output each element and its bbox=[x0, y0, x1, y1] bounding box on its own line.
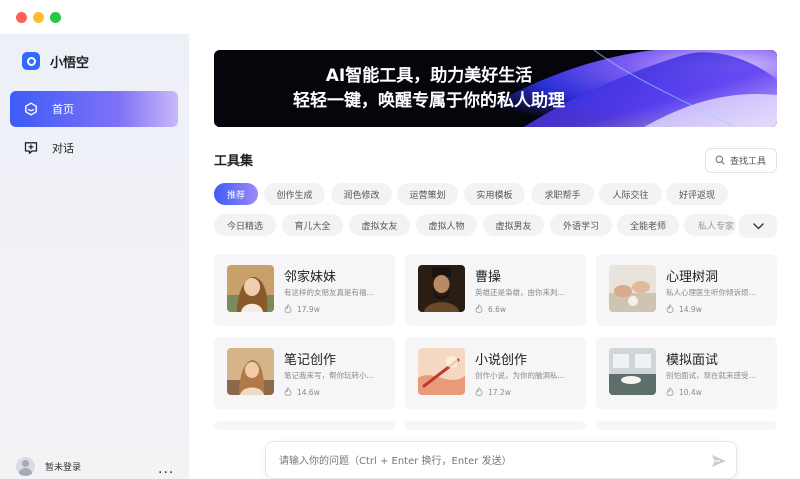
chat-add-icon bbox=[24, 141, 38, 155]
card-title: 模拟面试 bbox=[666, 353, 719, 368]
tool-card[interactable]: 心理树洞 私人心理医生听你倾诉烦... 14.9w bbox=[596, 254, 777, 326]
chat-input-bar bbox=[265, 441, 737, 479]
expand-categories-button[interactable] bbox=[739, 214, 777, 238]
card-title: 曹操 bbox=[475, 270, 502, 285]
card-usage-count: 14.6w bbox=[297, 388, 320, 397]
card-description: 笔记我来写，帮你玩转小... bbox=[284, 371, 374, 380]
chip-category[interactable]: 运营策划 bbox=[397, 183, 458, 205]
tool-card[interactable]: 邻家妹妹 有这样的女朋友真是有福... 17.9w bbox=[214, 254, 395, 326]
chip-category[interactable]: 育儿大全 bbox=[282, 214, 343, 236]
card-usage-count: 10.4w bbox=[679, 388, 702, 397]
chip-category[interactable]: 人际交往 bbox=[599, 183, 662, 205]
card-title: 心理树洞 bbox=[666, 270, 719, 285]
tool-card[interactable] bbox=[405, 421, 586, 430]
question-input[interactable] bbox=[279, 452, 699, 470]
tool-card[interactable]: 模拟面试 别怕面试，现在就来感受... 10.4w bbox=[596, 337, 777, 409]
card-description: 别怕面试，现在就来感受... bbox=[666, 371, 756, 380]
login-area[interactable]: 暂未登录 bbox=[16, 457, 81, 476]
card-description: 有这样的女朋友真是有福... bbox=[284, 288, 374, 297]
chip-category[interactable]: 求职帮手 bbox=[531, 183, 594, 205]
tool-search-input[interactable]: 查找工具 bbox=[705, 148, 777, 173]
app-logo-icon bbox=[22, 52, 40, 70]
search-icon bbox=[715, 154, 725, 168]
chip-recommended[interactable]: 推荐 bbox=[214, 183, 258, 205]
sidebar-item-chat[interactable]: 对话 bbox=[10, 130, 178, 166]
chip-category[interactable]: 外语学习 bbox=[550, 214, 612, 236]
login-status: 暂未登录 bbox=[45, 463, 82, 473]
chip-category[interactable]: 虚拟女友 bbox=[349, 214, 410, 236]
window-titlebar bbox=[0, 0, 800, 34]
sidebar-item-label: 首页 bbox=[52, 103, 74, 116]
chip-category[interactable]: 今日精选 bbox=[214, 214, 276, 236]
card-thumbnail bbox=[227, 265, 274, 312]
minimize-window-button[interactable] bbox=[33, 12, 44, 23]
card-title: 小说创作 bbox=[475, 353, 528, 368]
tool-card[interactable]: 笔记创作 笔记我来写，帮你玩转小... 14.6w bbox=[214, 337, 395, 409]
tool-card[interactable]: 小说创作 创作小说，为你的脑洞私... 17.2w bbox=[405, 337, 586, 409]
card-thumbnail bbox=[418, 265, 465, 312]
chip-category[interactable]: 私人专家 bbox=[684, 214, 736, 236]
card-title: 邻家妹妹 bbox=[284, 270, 337, 285]
card-thumbnail bbox=[609, 348, 656, 395]
tool-card[interactable] bbox=[596, 421, 777, 430]
card-thumbnail bbox=[227, 348, 274, 395]
fire-icon bbox=[284, 303, 292, 315]
chip-category[interactable]: 虚拟男友 bbox=[483, 214, 544, 236]
banner-headline: AI智能工具，助力美好生活 bbox=[325, 65, 533, 86]
chip-category[interactable]: 全能老师 bbox=[617, 214, 679, 236]
hexagon-home-icon bbox=[24, 102, 38, 116]
sidebar-item-home[interactable]: 首页 bbox=[10, 91, 178, 127]
maximize-window-button[interactable] bbox=[50, 12, 61, 23]
card-description: 私人心理医生听你倾诉烦... bbox=[666, 288, 756, 297]
sidebar: 小悟空 首页 对话 暂未登录 ... bbox=[0, 34, 189, 479]
chip-category[interactable]: 好评返现 bbox=[666, 183, 728, 205]
tool-card[interactable]: 曹操 英雄还是枭雄，由你来判... 6.6w bbox=[405, 254, 586, 326]
section-title: 工具集 bbox=[214, 154, 254, 169]
chip-category[interactable]: 创作生成 bbox=[264, 183, 325, 205]
send-icon[interactable] bbox=[710, 452, 728, 470]
close-window-button[interactable] bbox=[16, 12, 27, 23]
card-usage-count: 17.9w bbox=[297, 305, 320, 314]
card-usage-count: 6.6w bbox=[488, 305, 507, 314]
card-thumbnail bbox=[609, 265, 656, 312]
banner-subheadline: 轻轻一键，唤醒专属于你的私人助理 bbox=[293, 90, 565, 111]
fire-icon bbox=[666, 303, 674, 315]
card-thumbnail bbox=[418, 348, 465, 395]
sidebar-item-label: 对话 bbox=[52, 142, 74, 155]
tool-card[interactable] bbox=[214, 421, 395, 430]
search-label: 查找工具 bbox=[730, 157, 767, 167]
promo-banner[interactable]: AI智能工具，助力美好生活 轻轻一键，唤醒专属于你的私人助理 bbox=[214, 50, 777, 127]
fire-icon bbox=[666, 386, 674, 398]
chip-category[interactable]: 实用模板 bbox=[464, 183, 525, 205]
fire-icon bbox=[475, 386, 483, 398]
card-description: 英雄还是枭雄，由你来判... bbox=[475, 288, 565, 297]
chip-category[interactable]: 润色修改 bbox=[331, 183, 392, 205]
card-usage-count: 17.2w bbox=[488, 388, 511, 397]
brand: 小悟空 bbox=[22, 51, 89, 71]
fire-icon bbox=[475, 303, 483, 315]
card-title: 笔记创作 bbox=[284, 353, 337, 368]
more-options-button[interactable]: ... bbox=[158, 461, 174, 477]
chevron-down-icon bbox=[752, 219, 764, 233]
fire-icon bbox=[284, 386, 292, 398]
card-usage-count: 14.9w bbox=[679, 305, 702, 314]
chip-category[interactable]: 虚拟人物 bbox=[416, 214, 477, 236]
avatar bbox=[16, 457, 35, 476]
card-description: 创作小说，为你的脑洞私... bbox=[475, 371, 565, 380]
app-name: 小悟空 bbox=[50, 55, 90, 71]
